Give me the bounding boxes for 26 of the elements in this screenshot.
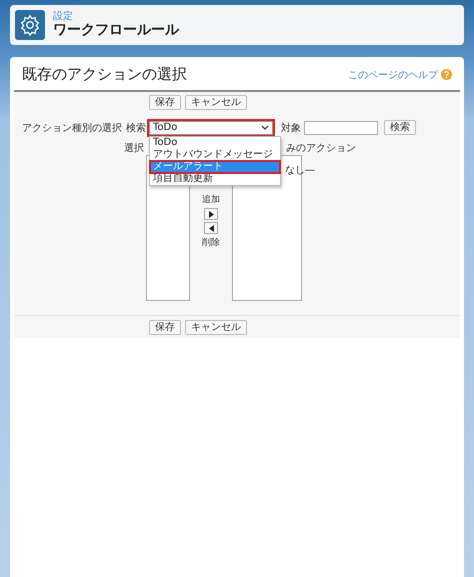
field-label: アクション種別の選択 xyxy=(22,122,123,134)
page-header-title: ワークフロールール xyxy=(53,22,179,39)
page-title: 既存のアクションの選択 xyxy=(22,65,187,84)
field-label: 対象 xyxy=(281,122,301,134)
add-button[interactable] xyxy=(204,208,218,220)
left-triangle-icon xyxy=(208,224,214,232)
remove-button[interactable] xyxy=(204,222,218,234)
settings-icon xyxy=(15,10,45,40)
search-button[interactable]: 検索 xyxy=(384,120,416,135)
add-label: 追加 xyxy=(202,194,220,206)
remove-label: 削除 xyxy=(202,236,220,249)
chevron-icon xyxy=(261,125,269,130)
right-triangle-icon xyxy=(208,210,214,218)
list-heading: みのアクション xyxy=(286,142,356,155)
list-item[interactable]: なし— xyxy=(285,165,315,176)
dropdown-option[interactable]: ToDo xyxy=(150,136,280,148)
breadcrumb: 設定 xyxy=(53,11,74,22)
field-label: 検索 xyxy=(126,122,146,134)
form-button[interactable]: キャンセル xyxy=(185,95,247,110)
list-heading: 選択 xyxy=(124,142,144,155)
action-type-select[interactable]: ToDo xyxy=(149,120,273,134)
form-button[interactable]: 保存 xyxy=(149,320,181,335)
form-button[interactable]: キャンセル xyxy=(185,320,247,335)
form-button[interactable]: 保存 xyxy=(149,95,181,110)
help-link[interactable]: このページのヘルプ xyxy=(348,68,438,82)
target-input-field[interactable] xyxy=(304,120,378,134)
